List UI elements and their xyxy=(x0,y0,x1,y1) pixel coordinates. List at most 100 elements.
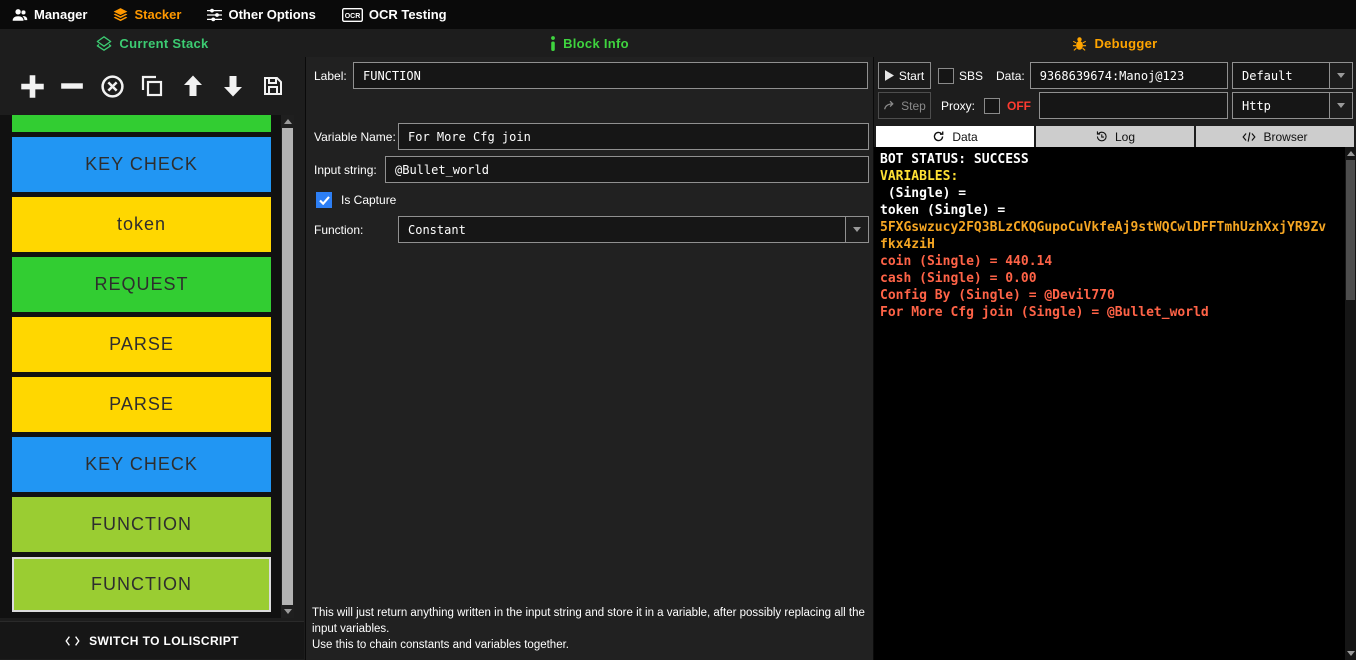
triangle-up-icon xyxy=(1346,151,1355,156)
debug-line: BOT STATUS: SUCCESS xyxy=(880,152,1029,167)
users-icon xyxy=(12,8,28,21)
stack-block[interactable]: token xyxy=(12,197,271,252)
debug-output: BOT STATUS: SUCCESS VARIABLES: (Single) =… xyxy=(874,147,1356,660)
debug-line: cash (Single) = 0.00 xyxy=(880,271,1037,286)
clone-block-button[interactable] xyxy=(136,70,168,102)
scroll-up-arrow[interactable] xyxy=(281,115,294,128)
sbs-label: SBS xyxy=(959,68,984,83)
tab-label: Browser xyxy=(1263,129,1308,144)
menu-item-ocr-testing[interactable]: OCR OCR Testing xyxy=(341,7,447,22)
function-value: Constant xyxy=(408,222,466,237)
output-scrollbar[interactable] xyxy=(1345,147,1356,660)
stack-block[interactable]: PARSE xyxy=(12,377,271,432)
scroll-down-arrow[interactable] xyxy=(1345,647,1356,660)
start-button-label: Start xyxy=(898,68,925,83)
refresh-icon xyxy=(934,131,944,142)
save-icon xyxy=(263,77,282,95)
tab-data[interactable]: Data xyxy=(876,126,1034,147)
code-icon xyxy=(65,635,80,646)
save-stack-button[interactable] xyxy=(257,70,289,102)
debug-line: coin (Single) = 440.14 xyxy=(880,254,1053,269)
is-capture-label: Is Capture xyxy=(341,193,397,207)
proxy-label: Proxy: xyxy=(941,98,976,113)
debugger-header: Debugger xyxy=(874,29,1356,57)
scroll-up-arrow[interactable] xyxy=(1345,147,1356,160)
play-icon xyxy=(884,70,894,81)
triangle-down-icon xyxy=(1337,103,1345,108)
proxy-type-dropdown[interactable]: Http xyxy=(1232,92,1353,119)
move-up-button[interactable] xyxy=(177,70,209,102)
function-label: Function: xyxy=(314,222,364,237)
proxy-status: OFF xyxy=(1007,98,1032,113)
menubar: Manager Stacker Other Options OCR OCR Te… xyxy=(0,0,1356,29)
block-info-title: Block Info xyxy=(563,35,629,51)
stack-block[interactable]: KEY CHECK xyxy=(12,137,271,192)
function-dropdown[interactable]: Constant xyxy=(398,216,869,243)
start-button[interactable]: Start xyxy=(878,62,931,89)
stack-icon xyxy=(114,7,128,21)
variable-name-input[interactable] xyxy=(398,123,869,150)
block-info-header: Block Info xyxy=(305,29,874,57)
debug-line: VARIABLES: xyxy=(880,169,959,184)
triangle-down-icon xyxy=(853,227,861,232)
menu-item-other-options[interactable]: Other Options xyxy=(207,7,316,22)
sbs-checkbox[interactable] xyxy=(938,67,954,84)
step-icon xyxy=(884,100,894,110)
stack-block[interactable] xyxy=(12,115,271,132)
data-input[interactable] xyxy=(1029,62,1228,89)
stack-block[interactable]: FUNCTION xyxy=(12,497,271,552)
wordlist-type-dropdown[interactable]: Default xyxy=(1232,62,1353,89)
stack-block[interactable]: KEY CHECK xyxy=(12,437,271,492)
debug-line: Config By (Single) = @Devil770 xyxy=(880,288,1115,303)
stack-block[interactable]: FUNCTION xyxy=(12,557,271,612)
debug-line: token (Single) = 5FXGswzucy2FQ3BLzCKQGup… xyxy=(880,203,1327,252)
block-info-panel: Label: Variable Name: Input string: Is C… xyxy=(305,57,874,660)
dropdown-arrow-button[interactable] xyxy=(1329,63,1352,88)
check-icon xyxy=(318,195,330,205)
input-string-label: Input string: xyxy=(314,162,377,177)
stack-block-label: KEY CHECK xyxy=(85,454,198,474)
is-capture-checkbox[interactable] xyxy=(316,192,332,208)
tab-log[interactable]: Log xyxy=(1036,126,1194,147)
proxy-input[interactable] xyxy=(1039,92,1228,119)
stack-list: KEY CHECK token REQUEST PARSE PARSE KEY CHECK… xyxy=(0,115,281,618)
step-button-label: Step xyxy=(901,98,926,113)
minus-icon xyxy=(61,83,83,89)
menu-item-label: Stacker xyxy=(134,7,182,22)
stack-scrollbar[interactable] xyxy=(281,115,294,618)
menu-item-stacker[interactable]: Stacker xyxy=(113,7,181,22)
add-block-button[interactable] xyxy=(16,70,48,102)
triangle-down-icon xyxy=(1337,73,1345,78)
code-icon xyxy=(1242,131,1257,142)
stack-block-label: PARSE xyxy=(109,334,174,354)
scrollbar-thumb[interactable] xyxy=(1346,160,1355,300)
current-stack-title: Current Stack xyxy=(119,35,209,51)
step-button[interactable]: Step xyxy=(878,92,931,119)
info-icon xyxy=(551,35,555,51)
data-label: Data: xyxy=(996,68,1025,83)
menu-item-manager[interactable]: Manager xyxy=(12,7,87,22)
remove-block-button[interactable] xyxy=(56,70,88,102)
history-icon xyxy=(1096,131,1107,142)
debug-line: (Single) = xyxy=(880,186,974,201)
move-down-button[interactable] xyxy=(217,70,249,102)
input-string-input[interactable] xyxy=(385,156,869,183)
dropdown-arrow-button[interactable] xyxy=(845,217,868,242)
switch-to-loliscript-button[interactable]: SWITCH TO LOLISCRIPT xyxy=(0,621,304,659)
stack-block-label: token xyxy=(116,214,167,234)
label-field-label: Label: xyxy=(314,68,347,83)
scrollbar-thumb[interactable] xyxy=(282,128,293,605)
debugger-title: Debugger xyxy=(1094,35,1158,51)
circle-x-icon xyxy=(101,74,124,98)
scroll-down-arrow[interactable] xyxy=(281,605,294,618)
tab-browser[interactable]: Browser xyxy=(1196,126,1354,147)
dropdown-arrow-button[interactable] xyxy=(1329,93,1352,118)
arrow-up-icon xyxy=(183,75,202,96)
variable-name-label: Variable Name: xyxy=(314,129,396,144)
disable-block-button[interactable] xyxy=(96,70,128,102)
label-input[interactable] xyxy=(353,62,868,89)
debug-line: For More Cfg join (Single) = @Bullet_wor… xyxy=(880,305,1209,320)
stack-block[interactable]: PARSE xyxy=(12,317,271,372)
proxy-checkbox[interactable] xyxy=(984,97,1001,114)
stack-block[interactable]: REQUEST xyxy=(12,257,271,312)
